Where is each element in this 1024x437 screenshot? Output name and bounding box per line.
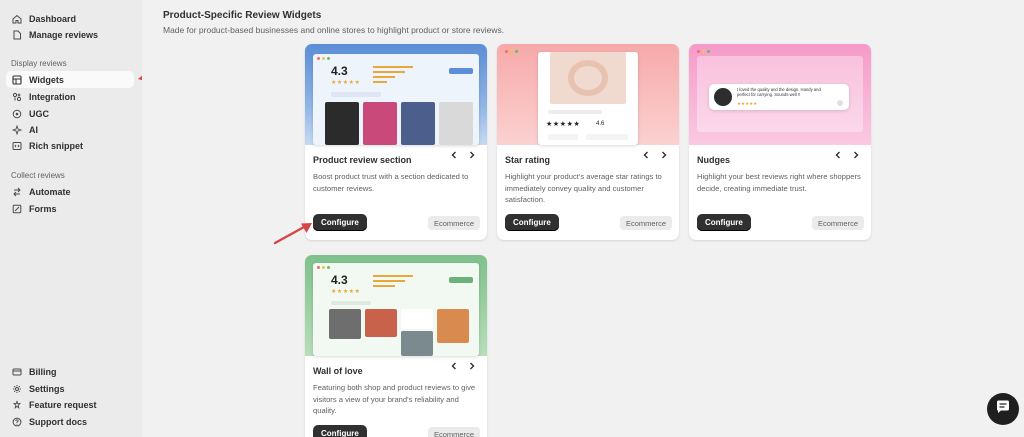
carousel-arrows	[449, 150, 477, 160]
sidebar-item-manage-reviews[interactable]: Manage reviews	[6, 26, 134, 43]
widget-card-wall-of-love[interactable]: 4.3 ★★★★★ Wall of love Featuring both sh…	[305, 255, 487, 437]
sidebar-item-label: Widgets	[29, 74, 64, 85]
card-description: Featuring both shop and product reviews …	[313, 383, 476, 415]
sidebar-item-label: Manage reviews	[29, 29, 99, 40]
sidebar-item-integration[interactable]: Integration	[6, 88, 134, 105]
document-icon	[12, 30, 22, 40]
widget-preview: 4.3 ★★★★★	[305, 44, 487, 145]
sidebar-item-dashboard[interactable]: Dashboard	[6, 10, 134, 27]
gear-icon	[12, 384, 22, 394]
carousel-arrows	[641, 150, 669, 160]
chevron-right-icon[interactable]	[467, 361, 477, 371]
section-label-collect: Collect reviews	[11, 171, 65, 180]
code-icon	[12, 141, 22, 151]
ugc-icon	[12, 109, 22, 119]
sidebar-item-label: Support docs	[29, 416, 87, 427]
preview-rating: 4.6	[596, 121, 605, 127]
form-icon	[12, 204, 22, 214]
widget-card-star-rating[interactable]: ★★★★★ 4.6 Star rating Highlight your pro…	[497, 44, 679, 240]
billing-icon	[12, 367, 22, 377]
category-badge: Ecommerce	[619, 216, 672, 230]
widget-preview: I loved the quality and the design. Hand…	[689, 44, 871, 145]
category-badge: Ecommerce	[427, 427, 480, 437]
widget-card-nudges[interactable]: I loved the quality and the design. Hand…	[689, 44, 871, 240]
help-icon	[12, 417, 22, 427]
chevron-left-icon[interactable]	[449, 150, 459, 160]
card-description: Highlight your best reviews right where …	[697, 172, 861, 193]
chevron-right-icon[interactable]	[851, 150, 861, 160]
sidebar-item-widgets[interactable]: Widgets	[6, 71, 134, 88]
sidebar-item-label: AI	[29, 124, 38, 135]
widgets-icon	[12, 74, 22, 85]
chevron-right-icon[interactable]	[467, 150, 477, 160]
card-title: Nudges	[697, 155, 731, 165]
chevron-right-icon[interactable]	[659, 150, 669, 160]
integration-icon	[12, 92, 22, 102]
card-title: Wall of love	[313, 366, 363, 376]
card-description: Highlight your product's average star ra…	[505, 172, 662, 204]
annotation-arrow-configure	[273, 223, 312, 245]
chat-launcher-button[interactable]	[987, 393, 1019, 425]
configure-button[interactable]: Configure	[505, 214, 559, 231]
preview-rating: 4.3	[331, 64, 348, 78]
section-label-display: Display reviews	[11, 59, 67, 68]
home-icon	[12, 14, 22, 24]
sidebar-item-label: UGC	[29, 108, 49, 119]
card-title: Product review section	[313, 155, 412, 165]
configure-button[interactable]: Configure	[313, 425, 367, 437]
sidebar-item-rich-snippet[interactable]: Rich snippet	[6, 137, 134, 154]
sidebar-item-label: Settings	[29, 383, 65, 394]
page-title: Product-Specific Review Widgets	[163, 10, 322, 21]
sidebar-item-feature-request[interactable]: Feature request	[6, 396, 134, 413]
widget-preview: ★★★★★ 4.6	[497, 44, 679, 145]
carousel-arrows	[833, 150, 861, 160]
widget-preview: 4.3 ★★★★★	[305, 255, 487, 356]
preview-rating: 4.3	[331, 273, 348, 287]
widget-card-product-review-section[interactable]: 4.3 ★★★★★ Product review section Boost p…	[305, 44, 487, 240]
sidebar-item-forms[interactable]: Forms	[6, 200, 134, 217]
category-badge: Ecommerce	[811, 216, 864, 230]
configure-button[interactable]: Configure	[697, 214, 751, 231]
card-title: Star rating	[505, 155, 551, 165]
sidebar-item-settings[interactable]: Settings	[6, 380, 134, 397]
lightbulb-icon	[12, 400, 22, 410]
carousel-arrows	[449, 361, 477, 371]
category-badge: Ecommerce	[427, 216, 480, 230]
preview-quote: I loved the quality and the design. Hand…	[737, 87, 821, 98]
configure-button[interactable]: Configure	[313, 214, 367, 231]
chat-icon	[995, 399, 1011, 420]
sidebar-item-label: Forms	[29, 203, 57, 214]
sidebar-item-ai[interactable]: AI	[6, 121, 134, 138]
sidebar: Dashboard Manage reviews Display reviews…	[0, 0, 142, 437]
chevron-left-icon[interactable]	[449, 361, 459, 371]
sidebar-item-label: Rich snippet	[29, 140, 84, 151]
page-subtitle: Made for product-based businesses and on…	[163, 25, 505, 35]
chevron-left-icon[interactable]	[833, 150, 843, 160]
sidebar-item-ugc[interactable]: UGC	[6, 105, 134, 122]
card-description: Boost product trust with a section dedic…	[313, 172, 469, 193]
sidebar-item-label: Billing	[29, 366, 57, 377]
sidebar-item-billing[interactable]: Billing	[6, 363, 134, 380]
sidebar-item-label: Feature request	[29, 399, 97, 410]
chevron-left-icon[interactable]	[641, 150, 651, 160]
sidebar-item-label: Dashboard	[29, 13, 77, 24]
automate-icon	[12, 187, 22, 197]
sidebar-item-automate[interactable]: Automate	[6, 183, 134, 200]
sparkle-icon	[12, 124, 22, 135]
sidebar-item-label: Integration	[29, 91, 76, 102]
sidebar-item-support-docs[interactable]: Support docs	[6, 413, 134, 430]
sidebar-item-label: Automate	[29, 186, 71, 197]
